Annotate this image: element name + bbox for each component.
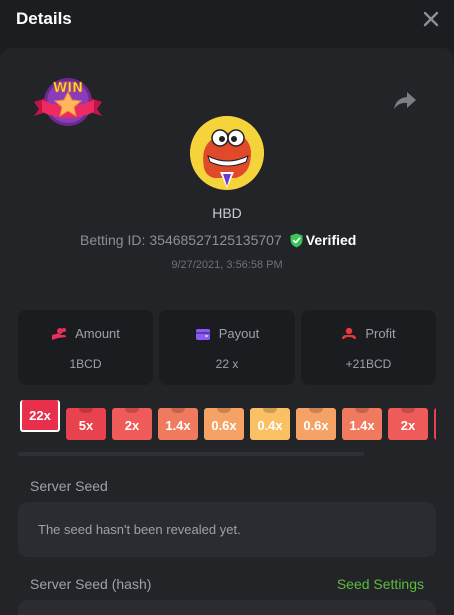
- server-seed-label: Server Seed: [30, 478, 108, 494]
- win-badge-icon: WIN: [34, 78, 102, 126]
- page-title: Details: [16, 9, 72, 28]
- multiplier-slot: 1.4x: [158, 408, 198, 440]
- server-seed-hash-box: [18, 600, 436, 615]
- multiplier-slot: [434, 408, 436, 440]
- amount-card: Amount 1BCD: [18, 310, 153, 385]
- avatar: [190, 116, 264, 190]
- betting-id-value: 35468527125135707: [149, 232, 282, 248]
- server-seed-value: The seed hasn't been revealed yet.: [38, 522, 241, 537]
- wallet-icon: [195, 328, 210, 340]
- payout-card: Payout 22 x: [159, 310, 295, 385]
- betting-id-row: Betting ID: 35468527125135707 Verified: [80, 231, 356, 249]
- payout-value: 22 x: [215, 357, 239, 371]
- seed-settings-link[interactable]: Seed Settings: [337, 576, 424, 592]
- multiplier-slot: 0.4x: [250, 408, 290, 440]
- multiplier-slot: 2x: [388, 408, 428, 440]
- multiplier-slot: 2x: [112, 408, 152, 440]
- payout-label: Payout: [218, 326, 260, 341]
- verified-label: Verified: [305, 232, 357, 248]
- divider: [18, 452, 364, 456]
- multiplier-slot: 0.6x: [296, 408, 336, 440]
- amount-label: Amount: [75, 326, 120, 341]
- bet-timestamp: 9/27/2021, 3:56:58 PM: [171, 259, 283, 271]
- multiplier-slot-selected: 22x: [20, 400, 60, 432]
- server-seed-hash-label: Server Seed (hash): [30, 576, 152, 592]
- profit-card: Profit +21BCD: [301, 310, 436, 385]
- multiplier-row: 22x 5x 2x 1.4x 0.6x 0.4x 0.6x 1.4x 2x: [20, 400, 436, 446]
- multiplier-slot: 1.4x: [342, 408, 382, 440]
- amount-value: 1BCD: [69, 357, 102, 371]
- shield-check-icon: [290, 233, 303, 247]
- svg-text:WIN: WIN: [53, 81, 83, 96]
- player-name: HBD: [212, 205, 242, 221]
- multiplier-slot: 5x: [66, 408, 106, 440]
- share-icon[interactable]: [393, 90, 417, 110]
- close-icon[interactable]: [422, 10, 440, 28]
- multiplier-slot: 0.6x: [204, 408, 244, 440]
- money-hand-icon: [342, 327, 357, 339]
- server-seed-box: The seed hasn't been revealed yet.: [18, 502, 436, 557]
- header: Details: [0, 0, 454, 40]
- profit-value: +21BCD: [345, 357, 392, 371]
- betting-id-label: Betting ID:: [80, 232, 146, 248]
- coins-hand-icon: [52, 327, 67, 340]
- profit-label: Profit: [365, 326, 396, 341]
